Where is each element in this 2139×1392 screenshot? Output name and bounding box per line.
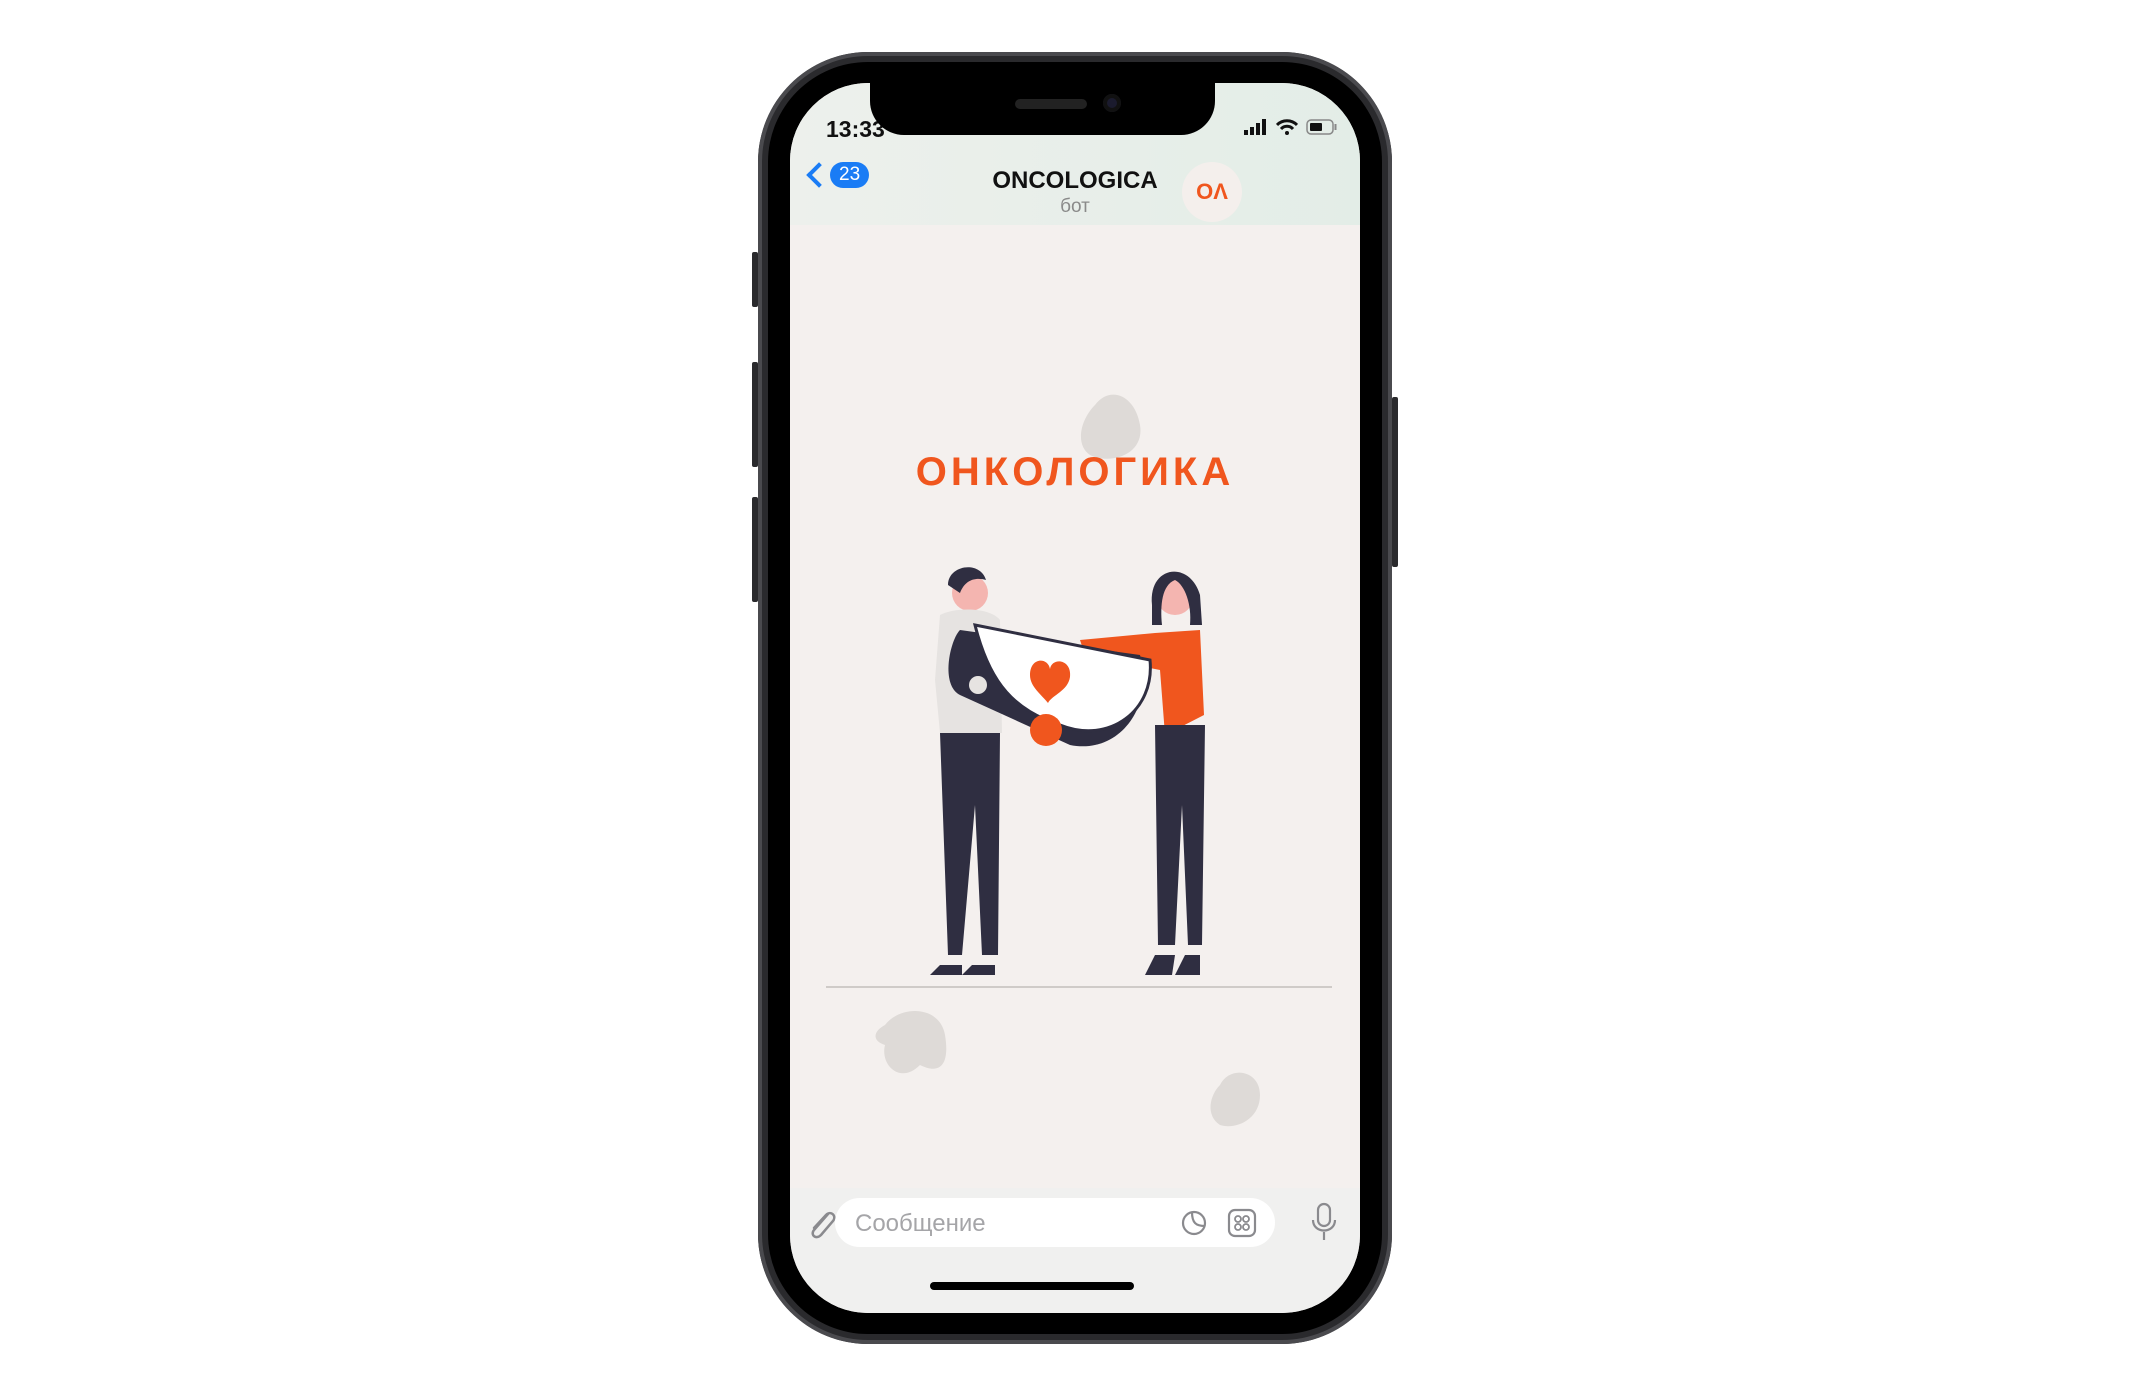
home-indicator[interactable] xyxy=(930,1282,1134,1290)
speaker xyxy=(1015,99,1087,109)
battery-icon xyxy=(1306,119,1337,135)
volume-down-button xyxy=(752,497,758,602)
illustration xyxy=(826,394,1332,1127)
microphone-icon[interactable] xyxy=(1310,1202,1338,1242)
silent-switch xyxy=(752,252,758,307)
volume-up-button xyxy=(752,362,758,467)
chat-subtitle: бот xyxy=(1060,196,1090,217)
attach-paperclip-icon[interactable] xyxy=(804,1206,838,1240)
notch xyxy=(870,83,1215,135)
blob-shape xyxy=(875,1011,947,1074)
composer-bar: Сообщение xyxy=(790,1188,1360,1313)
status-icons xyxy=(1244,119,1338,135)
phone-frame: 13:33 23 ONCOLOGICA бот ОΛ ОНКОЛОГИКА Со… xyxy=(752,52,1398,1344)
camera xyxy=(1103,94,1121,112)
bot-menu-icon[interactable] xyxy=(1227,1208,1257,1238)
message-placeholder: Сообщение xyxy=(855,1210,986,1237)
chat-background: ОНКОЛОГИКА xyxy=(790,225,1360,1225)
chat-title[interactable]: ONCOLOGICA xyxy=(790,167,1360,195)
message-input[interactable]: Сообщение xyxy=(835,1198,1275,1247)
signal-icon xyxy=(1244,119,1266,135)
blob-shape xyxy=(1210,1072,1260,1127)
power-button xyxy=(1392,397,1398,567)
sticker-icon[interactable] xyxy=(1180,1209,1208,1237)
brand-logo: ОНКОЛОГИКА xyxy=(915,450,1235,494)
screen: 13:33 23 ONCOLOGICA бот ОΛ ОНКОЛОГИКА Со… xyxy=(790,83,1360,1313)
bot-avatar[interactable]: ОΛ xyxy=(1182,162,1242,222)
wifi-icon xyxy=(1276,119,1298,135)
